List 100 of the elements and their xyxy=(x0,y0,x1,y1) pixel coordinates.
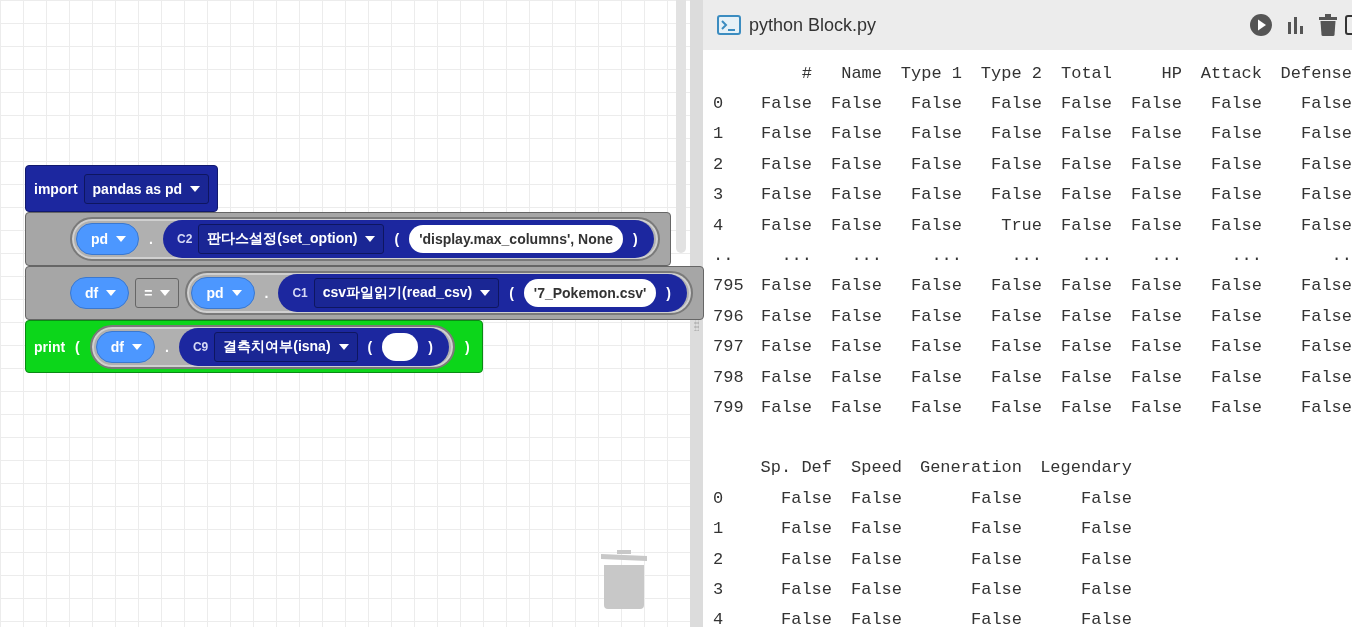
table-cell-text: False xyxy=(1130,215,1182,235)
table-cell-text: False xyxy=(760,337,812,357)
table-cell-text: False xyxy=(910,367,962,387)
table-cell-text: False xyxy=(910,215,962,235)
table-cell-text: False xyxy=(910,185,962,205)
statement-block[interactable]: pd . C2 판다스설정(set_option) ( 'display.max_columns', None ) xyxy=(25,212,671,266)
row-index: 4 xyxy=(713,610,725,627)
table-cell-text: False xyxy=(1130,276,1182,296)
table-cell-text: False xyxy=(1210,306,1262,326)
table-cell-text: False xyxy=(1210,337,1262,357)
column-header: Speed xyxy=(850,458,902,478)
code-label: C1 xyxy=(292,286,308,300)
string-field[interactable]: '7_Pokemon.csv' xyxy=(523,279,657,307)
table-cell-text: False xyxy=(760,276,812,296)
column-header: Type 2 xyxy=(979,63,1042,83)
table-cell-text: False xyxy=(1060,276,1112,296)
table-cell-text: False xyxy=(830,337,882,357)
table-cell-text: False xyxy=(990,276,1042,296)
table-cell-text: False xyxy=(780,579,832,599)
row-index: 2 xyxy=(713,154,725,174)
table-cell-text: False xyxy=(970,579,1022,599)
table-cell-text: False xyxy=(910,276,962,296)
table-cell-text: False xyxy=(970,488,1022,508)
table-cell-text: False xyxy=(760,154,812,174)
table-cell-text: False xyxy=(1300,185,1352,205)
row-index: 1 xyxy=(713,519,725,539)
column-header: Defense xyxy=(1279,63,1352,83)
table-cell-text: False xyxy=(780,488,832,508)
row-index: 2 xyxy=(713,549,725,569)
expression-block[interactable]: df . C9 결측치여부(isna) ( ) xyxy=(89,324,455,369)
table-cell-text: False xyxy=(990,337,1042,357)
dropdown-field[interactable]: 결측치여부(isna) xyxy=(214,331,358,362)
table-cell-text: False xyxy=(1130,367,1182,387)
method-block[interactable]: C2 판다스설정(set_option) ( 'display.max_columns', None ) xyxy=(163,220,654,258)
parenthesis-text: ( xyxy=(366,338,374,355)
table-cell-text: False xyxy=(1060,185,1112,205)
method-block[interactable]: C1 csv파일읽기(read_csv) ( '7_Pokemon.csv' ) xyxy=(278,274,687,312)
table-cell-text: False xyxy=(830,215,882,235)
method-block[interactable]: C9 결측치여부(isna) ( ) xyxy=(178,327,449,366)
column-header: Attack xyxy=(1199,63,1262,83)
table-cell-text: False xyxy=(910,94,962,114)
dropdown-field[interactable]: pandas as pd xyxy=(83,173,210,204)
row-index: 799 xyxy=(713,398,745,417)
table-cell-text: False xyxy=(910,124,962,144)
expression-block[interactable]: pd . C1 csv파일읽기(read_csv) ( '7_Pokemon.csv' ) xyxy=(185,271,693,315)
table-cell-text: False xyxy=(1300,154,1352,174)
dropdown-field[interactable]: 판다스설정(set_option) xyxy=(198,224,385,254)
table-cell-text: False xyxy=(1130,306,1182,326)
table-cell-text: False xyxy=(760,306,812,326)
import-block[interactable]: import pandas as pd xyxy=(25,165,219,212)
table-cell-text: False xyxy=(760,124,812,144)
table-cell-text: False xyxy=(1080,519,1132,539)
expression-block[interactable]: pd . C2 판다스설정(set_option) ( 'display.max_columns', None ) xyxy=(70,217,660,261)
table-cell-text: False xyxy=(760,398,812,417)
table-cell-text: False xyxy=(850,610,902,627)
table-cell-text: False xyxy=(1300,215,1352,235)
table-cell-text: ... xyxy=(1150,246,1182,266)
dot-text: . xyxy=(148,231,154,247)
table-cell-text: False xyxy=(1210,398,1262,417)
dropdown-field[interactable]: csv파일읽기(read_csv) xyxy=(313,278,500,308)
table-cell-text: False xyxy=(1060,367,1112,387)
table-cell-text: False xyxy=(1080,488,1132,508)
table-cell-text: False xyxy=(760,215,812,235)
table-cell-text: False xyxy=(990,185,1042,205)
table-cell-text: False xyxy=(850,519,902,539)
dot-text: . xyxy=(263,285,270,301)
table-cell-text: False xyxy=(1210,124,1262,144)
table-cell-text: False xyxy=(1130,154,1182,174)
table-cell-text: False xyxy=(1300,306,1352,326)
row-index: 3 xyxy=(713,185,725,205)
table-cell-text: False xyxy=(1060,215,1112,235)
table-cell-text: False xyxy=(830,94,882,114)
row-index: 0 xyxy=(713,488,725,508)
row-index: 797 xyxy=(713,337,745,357)
row-index: 1 xyxy=(713,124,725,144)
table-cell-text: False xyxy=(1300,276,1352,296)
console-title: python Block.py xyxy=(749,14,877,36)
table-cell-text: False xyxy=(1130,398,1182,417)
table-cell-text: False xyxy=(850,579,902,599)
table-cell-text: False xyxy=(1080,579,1132,599)
table-cell-text: False xyxy=(1060,154,1112,174)
table-cell-text: False xyxy=(910,306,962,326)
table-cell-text: False xyxy=(1210,276,1262,296)
table-cell-text: False xyxy=(910,337,962,357)
print-block[interactable]: print ( df . C9 결측치여부(isna) ( ) ) xyxy=(25,320,483,373)
table-cell-text: False xyxy=(830,367,882,387)
column-header: HP xyxy=(1160,63,1182,83)
statement-block[interactable]: df = pd . C1 csv파일읽기(read_csv) ( '7_Pokemon.csv' ) xyxy=(25,266,704,320)
column-header: Generation xyxy=(918,458,1022,478)
column-header: Sp. Def xyxy=(759,458,832,478)
column-header: # xyxy=(800,63,812,83)
string-field[interactable]: 'display.max_columns', None xyxy=(409,225,624,253)
table-cell-text: False xyxy=(1210,215,1262,235)
table-cell-text: False xyxy=(970,519,1022,539)
table-cell-text: False xyxy=(1060,94,1112,114)
row-index: 0 xyxy=(713,94,725,114)
table-cell-text: False xyxy=(760,94,812,114)
table-cell-text: ... xyxy=(780,246,812,266)
table-cell-text: False xyxy=(990,154,1042,174)
table-cell-text: False xyxy=(1210,94,1262,114)
